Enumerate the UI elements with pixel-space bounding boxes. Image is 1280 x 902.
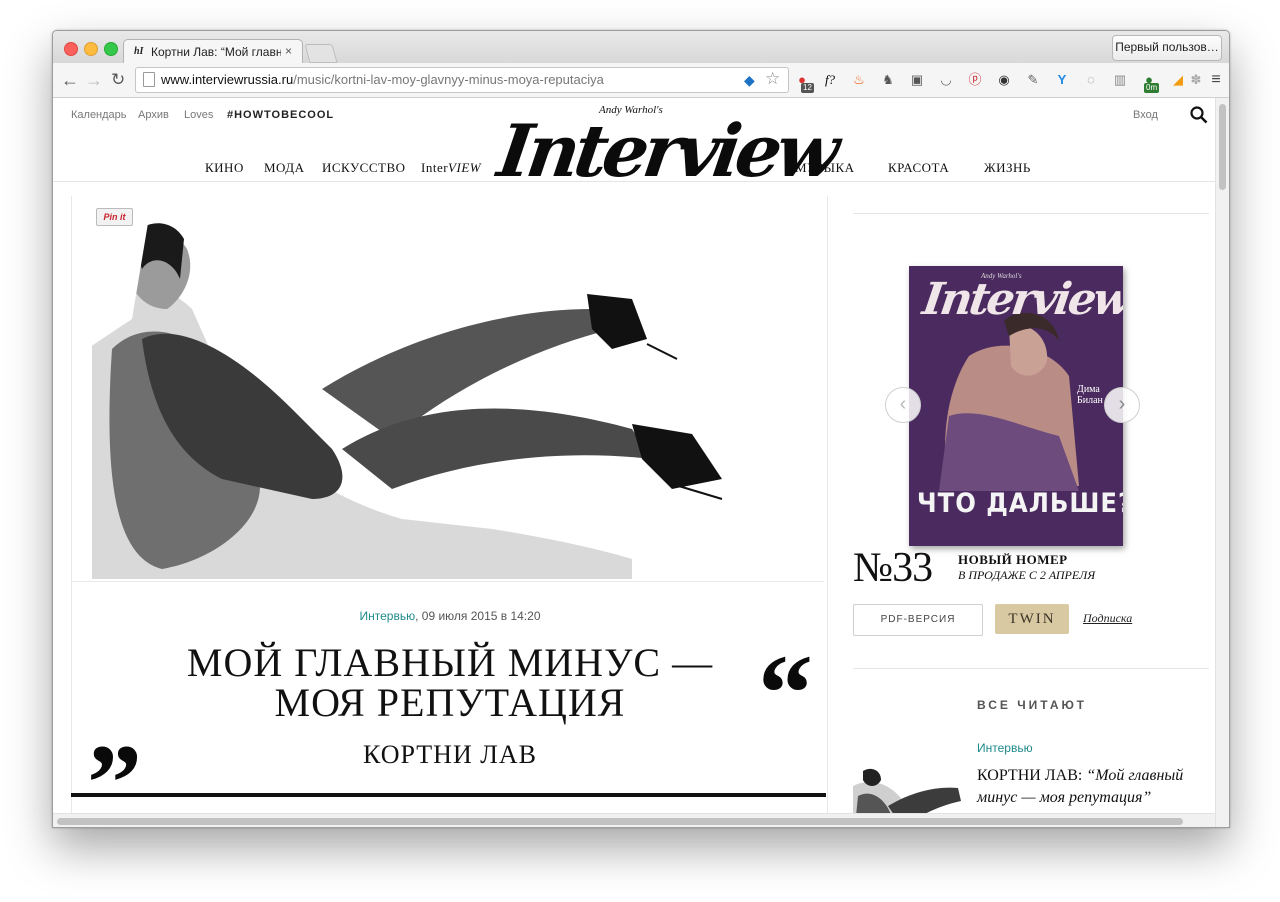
issue-date: В ПРОДАЖЕ С 2 АПРЕЛЯ bbox=[958, 568, 1096, 582]
url-host: www.interviewrussia.ru bbox=[161, 72, 294, 87]
url-path: /music/kortni-lav-moy-glavnyy-minus-moya… bbox=[293, 72, 604, 87]
open-quote-icon: “ bbox=[758, 632, 813, 754]
page-icon bbox=[143, 72, 155, 87]
issue-number: №33 bbox=[853, 545, 933, 591]
color-wheel-icon[interactable]: ◉ bbox=[995, 71, 1013, 89]
nav-item-interview[interactable]: InterVIEW bbox=[421, 160, 481, 176]
pocket-icon[interactable]: ◡ bbox=[937, 71, 955, 89]
popular-title: ВСЕ ЧИТАЮТ bbox=[977, 698, 1087, 712]
issue-new-label: НОВЫЙ НОМЕР bbox=[958, 552, 1068, 567]
font-detector-icon[interactable]: f? bbox=[821, 71, 839, 89]
cover-headline: ЧТО ДАЛЬШЕ? bbox=[917, 488, 1123, 519]
pdf-version-button[interactable]: PDF-ВЕРСИЯ bbox=[853, 604, 983, 636]
bookmark-star-icon[interactable]: ☆ bbox=[765, 69, 780, 89]
nav-item-iskusstvo[interactable]: ИСКУССТВО bbox=[322, 160, 406, 176]
timer-badge: 0m bbox=[1144, 83, 1160, 93]
hero-divider bbox=[72, 581, 824, 582]
tab-close-icon[interactable]: × bbox=[285, 44, 292, 58]
back-arrow-icon[interactable]: ← bbox=[61, 70, 79, 91]
grid-extension-icon[interactable]: ▣ bbox=[908, 71, 926, 89]
dropbox-icon[interactable]: ◆ bbox=[744, 72, 755, 89]
sidebar-divider bbox=[853, 668, 1209, 669]
reader-extension-icon[interactable]: ▥ bbox=[1111, 71, 1129, 89]
carousel-next-button[interactable]: › bbox=[1104, 387, 1140, 423]
fire-extension-icon[interactable]: ♨ bbox=[850, 71, 868, 89]
adblock-extension-icon[interactable]: ● 12 bbox=[793, 71, 814, 93]
page-viewport: Календарь Архив Loves #HOWTOBECOOL Вход … bbox=[53, 98, 1215, 813]
pinit-button[interactable]: Pin it bbox=[96, 208, 133, 226]
paw-icon[interactable]: ✽ bbox=[1187, 71, 1205, 89]
extension-badge-count: 12 bbox=[801, 83, 814, 93]
address-bar[interactable]: www.interviewrussia.ru/music/kortni-lav-… bbox=[135, 67, 789, 93]
url-text: www.interviewrussia.ru/music/kortni-lav-… bbox=[161, 72, 604, 87]
eyedropper-icon[interactable]: ✎ bbox=[1024, 71, 1042, 89]
timer-extension-icon[interactable]: ● 0m bbox=[1140, 71, 1160, 93]
horizontal-scroll-thumb[interactable] bbox=[57, 818, 1183, 825]
utility-link-loves[interactable]: Loves bbox=[184, 109, 213, 121]
nav-interview-prefix: Inter bbox=[421, 160, 449, 175]
nav-item-moda[interactable]: МОДА bbox=[264, 160, 305, 176]
yandex-icon[interactable]: Y bbox=[1053, 71, 1071, 89]
close-quote-icon: ” bbox=[87, 722, 142, 813]
article-divider-bar bbox=[71, 793, 826, 797]
hero-photo[interactable] bbox=[72, 199, 824, 579]
login-link[interactable]: Вход bbox=[1133, 109, 1158, 121]
subscribe-link[interactable]: Подписка bbox=[1083, 611, 1132, 626]
nav-interview-suffix: VIEW bbox=[448, 160, 482, 175]
evernote-icon[interactable]: ♞ bbox=[879, 71, 897, 89]
sidebar-top-divider bbox=[853, 213, 1209, 214]
popular-rubric-link[interactable]: Интервью bbox=[977, 741, 1033, 755]
forward-arrow-icon[interactable]: → bbox=[85, 70, 103, 91]
carousel-prev-button[interactable]: ‹ bbox=[885, 387, 921, 423]
browser-tab[interactable]: hI Кортни Лав: “Мой главны × bbox=[123, 39, 303, 65]
popular-article-link[interactable]: КОРТНИ ЛАВ: “Мой главный минус — моя реп… bbox=[977, 765, 1213, 809]
new-tab-button[interactable] bbox=[304, 44, 338, 63]
nav-item-kino[interactable]: КИНО bbox=[205, 160, 244, 176]
interview-favicon-icon: hI bbox=[134, 46, 144, 57]
close-window-button[interactable] bbox=[64, 42, 78, 56]
nav-item-zhizn[interactable]: ЖИЗНЬ bbox=[984, 160, 1031, 176]
article-meta: Интервью, 09 июля 2015 в 14:20 bbox=[359, 609, 541, 623]
header-divider bbox=[53, 181, 1215, 182]
profile-button[interactable]: Первый пользов… bbox=[1112, 35, 1222, 61]
nav-item-krasota[interactable]: КРАСОТА bbox=[888, 160, 949, 176]
tab-title: Кортни Лав: “Мой главны bbox=[151, 45, 281, 59]
headline-line-2: МОЯ РЕПУТАЦИЯ bbox=[274, 680, 626, 725]
popular-item-name: КОРТНИ ЛАВ: bbox=[977, 767, 1087, 784]
browser-window: hI Кортни Лав: “Мой главны × Первый поль… bbox=[52, 30, 1230, 828]
analytics-icon[interactable]: ◢ bbox=[1169, 71, 1187, 89]
menu-icon[interactable]: ≡ bbox=[1207, 71, 1225, 89]
cover-logo: Interview bbox=[919, 274, 1123, 325]
utility-link-archive[interactable]: Архив bbox=[138, 109, 169, 121]
article-headline: МОЙ ГЛАВНЫЙ МИНУС — МОЯ РЕПУТАЦИЯ bbox=[53, 643, 847, 723]
utility-link-calendar[interactable]: Календарь bbox=[71, 109, 127, 121]
minimize-window-button[interactable] bbox=[84, 42, 98, 56]
article-rubric-link[interactable]: Интервью bbox=[360, 609, 416, 623]
maximize-window-button[interactable] bbox=[104, 42, 118, 56]
magazine-cover[interactable]: Andy Warhol's Interview Дима Билан ЧТО Д… bbox=[909, 266, 1123, 546]
title-bar: hI Кортни Лав: “Мой главны × Первый поль… bbox=[53, 31, 1229, 65]
vertical-scrollbar[interactable] bbox=[1215, 98, 1229, 827]
twin-button[interactable]: TWIN bbox=[995, 604, 1069, 634]
popular-thumbnail[interactable] bbox=[853, 766, 963, 813]
vertical-scroll-thumb[interactable] bbox=[1219, 104, 1226, 190]
horizontal-scrollbar[interactable] bbox=[53, 813, 1215, 827]
reload-icon[interactable]: ↻ bbox=[111, 70, 125, 90]
article-subhead: КОРТНИ ЛАВ bbox=[363, 740, 537, 769]
pinterest-icon[interactable]: ⓟ bbox=[966, 71, 984, 89]
headline-line-1: МОЙ ГЛАВНЫЙ МИНУС — bbox=[186, 640, 714, 685]
utility-link-howtobecool[interactable]: #HOWTOBECOOL bbox=[227, 109, 334, 121]
search-icon[interactable] bbox=[1190, 106, 1208, 124]
circle-extension-icon[interactable]: ◌ bbox=[1082, 71, 1100, 89]
article-date: 09 июля 2015 в 14:20 bbox=[421, 609, 541, 623]
browser-toolbar: ← → ↻ www.interviewrussia.ru/music/kortn… bbox=[53, 63, 1229, 98]
